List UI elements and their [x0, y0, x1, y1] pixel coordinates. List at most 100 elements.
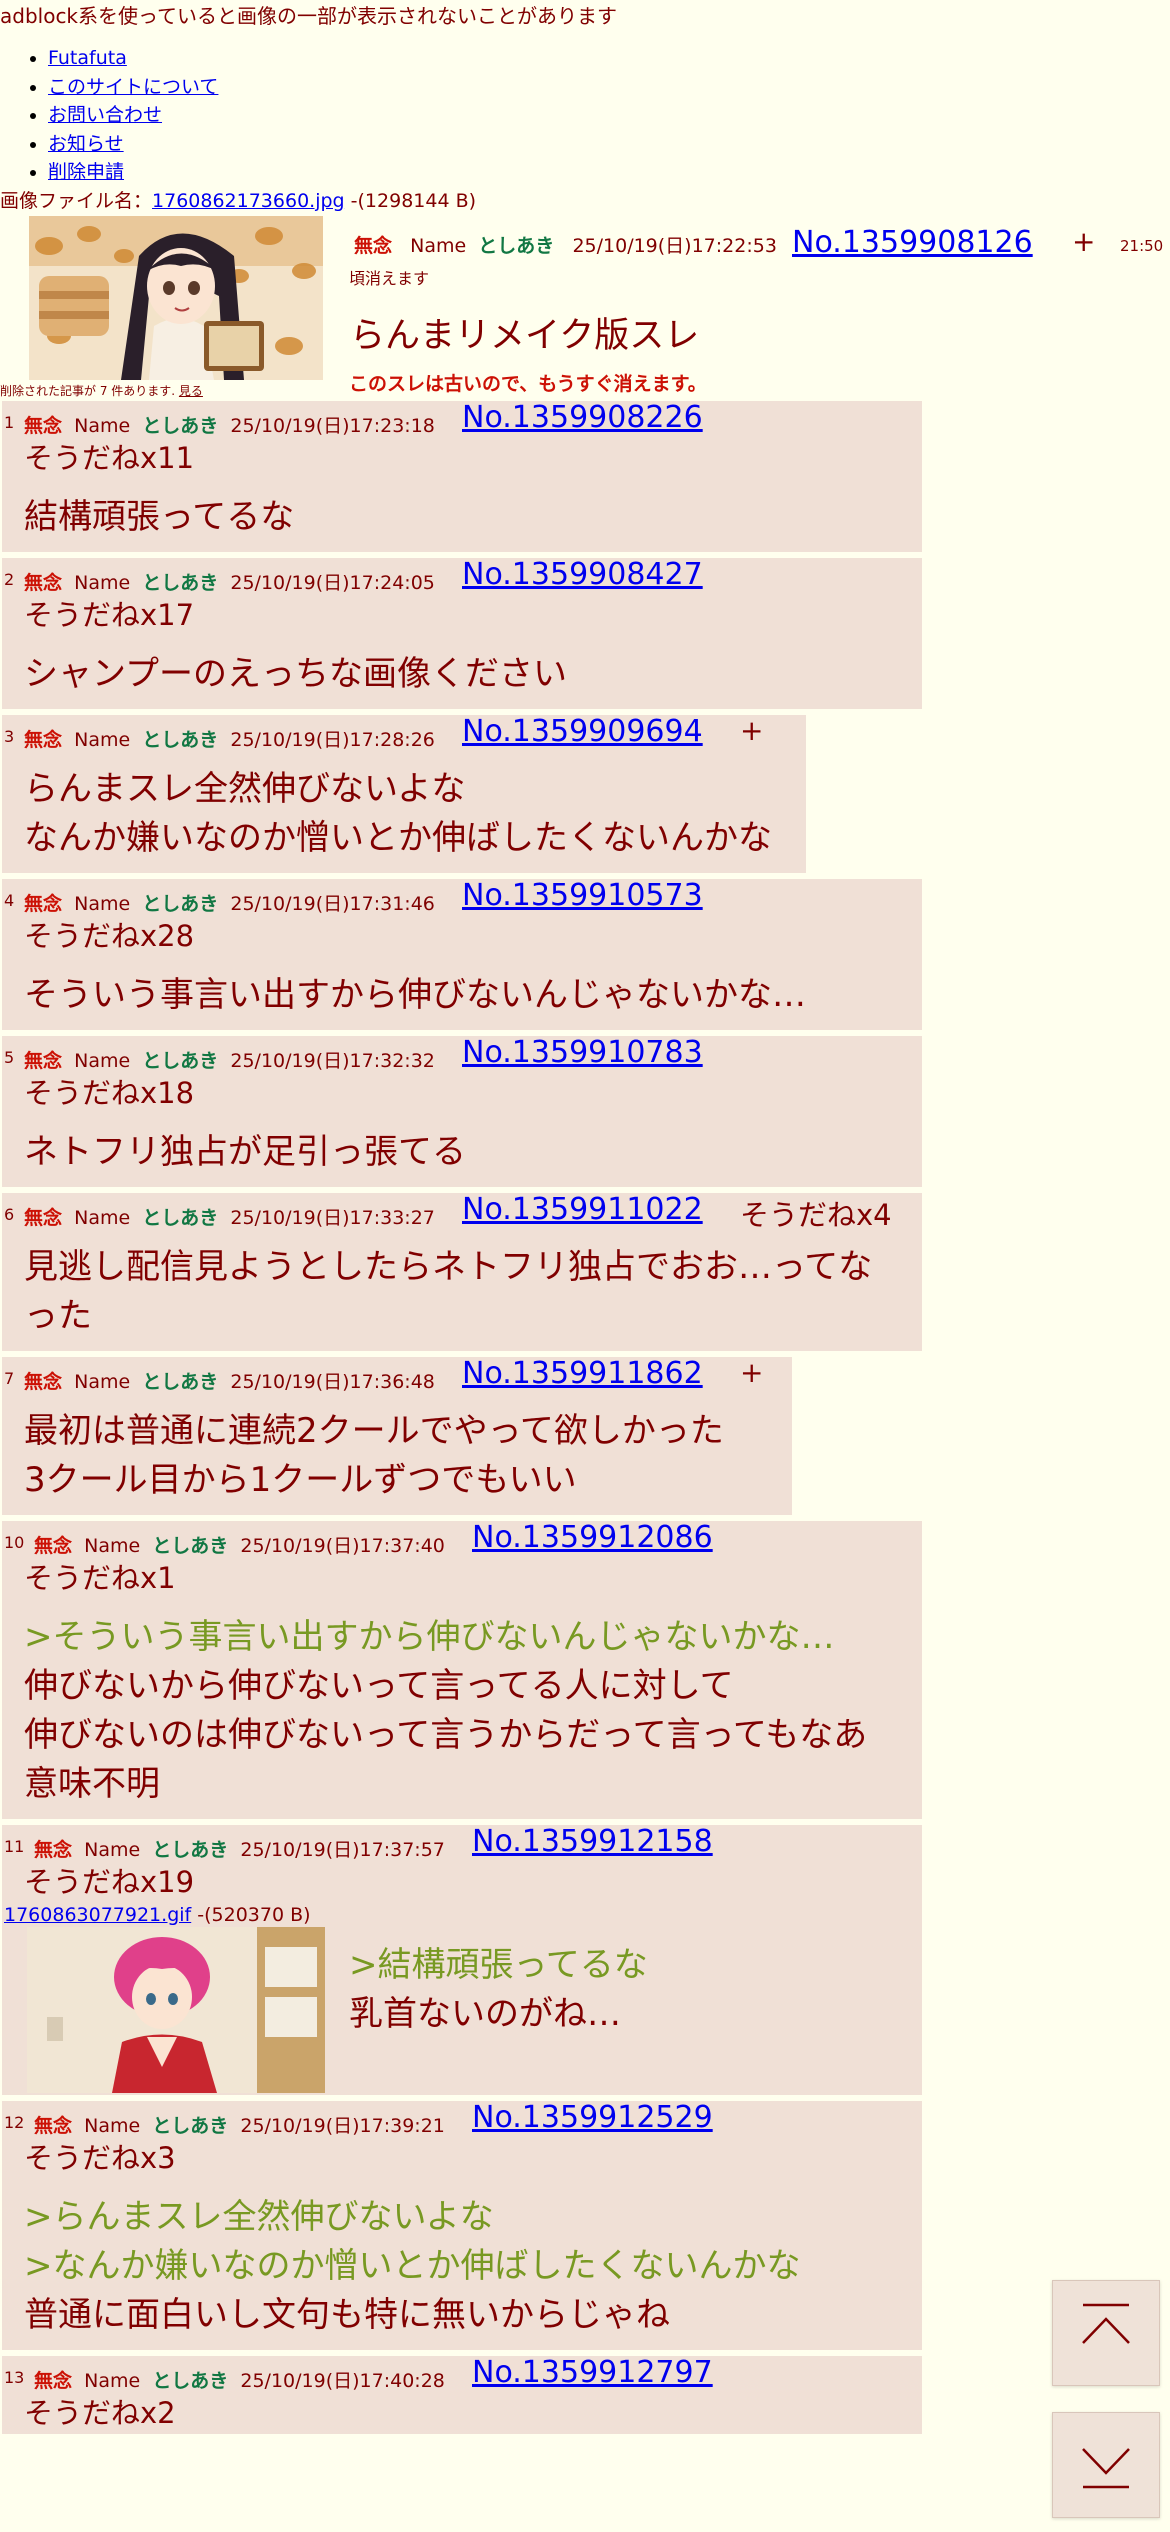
reply-file-line: 1760863077921.gif -(520370 B): [2, 1903, 922, 1927]
reply-name-label: Name: [84, 2369, 141, 2392]
reply-post-number[interactable]: No.1359912529: [472, 2100, 713, 2135]
reply-post-number[interactable]: No.1359910573: [462, 878, 703, 913]
reply-post-number[interactable]: No.1359908427: [462, 557, 703, 592]
reply-subject: 無念: [24, 892, 63, 915]
op-thumbnail[interactable]: [29, 215, 323, 380]
reply-index: 11: [4, 1836, 25, 1856]
sodane-button[interactable]: そうだねx4: [740, 1192, 892, 1234]
reply-post-number[interactable]: No.1359911862: [462, 1356, 703, 1391]
sodane-button[interactable]: そうだねx1: [2, 1557, 922, 1599]
reply-index: 4: [4, 890, 15, 910]
sodane-button[interactable]: そうだねx17: [2, 594, 922, 636]
reply-datetime: 25/10/19(日)17:40:28: [240, 2369, 445, 2392]
chevron-down-icon: [1082, 2448, 1130, 2489]
reply-datetime: 25/10/19(日)17:23:18: [230, 414, 435, 437]
nav-link-news[interactable]: お知らせ: [48, 133, 124, 155]
nav-link-futafuta[interactable]: Futafuta: [48, 47, 127, 69]
reply-post: 2 無念 Name としあき 25/10/19(日)17:24:05 No.1359…: [2, 557, 922, 709]
reply-name: としあき: [142, 414, 219, 437]
sodane-button[interactable]: そうだねx3: [2, 2137, 922, 2179]
reply-index: 2: [4, 569, 15, 589]
nav-link-deletion-request[interactable]: 削除申請: [48, 161, 124, 183]
reply-post: 4 無念 Name としあき 25/10/19(日)17:31:46 No.1359…: [2, 878, 922, 1030]
reply-header: 2 無念 Name としあき 25/10/19(日)17:24:05 No.1359…: [2, 557, 922, 595]
op-old-warning: このスレは古いので、もうすぐ消えます。: [349, 372, 707, 395]
reply-datetime: 25/10/19(日)17:37:40: [240, 1534, 445, 1557]
reply-index: 3: [4, 726, 15, 746]
reply-post: 5 無念 Name としあき 25/10/19(日)17:32:32 No.1359…: [2, 1035, 922, 1187]
op-subject: 無念: [354, 234, 393, 257]
op-file-line: 画像ファイル名：1760862173660.jpg -(1298144 B): [0, 187, 1170, 215]
reply-header: 3 無念 Name としあき 25/10/19(日)17:28:26 No.1359…: [2, 714, 806, 751]
reply-subject: 無念: [34, 1534, 73, 1557]
body-line: 意味不明: [24, 1763, 160, 1804]
reply-meta: 無念 Name としあき 25/10/19(日)17:24:05: [24, 568, 435, 595]
reply-name-label: Name: [84, 1838, 141, 1861]
body-line: 結構頑張ってるな: [24, 496, 295, 537]
scroll-top-button[interactable]: [1052, 2280, 1160, 2386]
nav-link-about[interactable]: このサイトについて: [48, 76, 218, 98]
reply-body: >らんまスレ全然伸びないよな >なんか嫌いなのか憎いとか伸ばしたくないんかな 普通に…: [2, 2179, 922, 2350]
reply-post-number[interactable]: No.1359908226: [462, 400, 703, 435]
reply-post-number[interactable]: No.1359912158: [472, 1824, 713, 1859]
body-line: 見逃し配信見ようとしたらネトフリ独占でおお…ってな: [24, 1246, 873, 1287]
sodane-button[interactable]: そうだねx19: [2, 1861, 922, 1903]
reply-post-number[interactable]: No.1359911022: [462, 1192, 703, 1227]
op-post-number[interactable]: No.1359908126: [792, 225, 1033, 260]
body-line: った: [24, 1295, 92, 1336]
reply-meta: 無念 Name としあき 25/10/19(日)17:39:21: [34, 2111, 445, 2138]
body-line: ネトフリ独占が足引っ張てる: [24, 1131, 466, 1172]
scroll-bottom-button[interactable]: [1052, 2412, 1160, 2518]
reply-thumbnail[interactable]: [27, 1926, 325, 2093]
reply-index: 13: [4, 2367, 25, 2387]
quote-line: >なんか嫌いなのか憎いとか伸ばしたくないんかな: [24, 2245, 801, 2286]
reply-post: 1 無念 Name としあき 25/10/19(日)17:23:18 No.1359…: [2, 400, 922, 552]
reply-name: としあき: [152, 2369, 229, 2392]
sodane-button[interactable]: そうだねx18: [2, 1072, 922, 1114]
nav-item: このサイトについて: [48, 73, 1170, 102]
reply-name-label: Name: [84, 1534, 141, 1557]
op-name: としあき: [478, 234, 555, 257]
op-file-link[interactable]: 1760862173660.jpg: [152, 190, 345, 212]
reply-post-number[interactable]: No.1359910783: [462, 1035, 703, 1070]
sodane-button[interactable]: そうだねx2: [2, 2392, 922, 2434]
reply-subject: 無念: [34, 2369, 73, 2392]
reply-meta: 無念 Name としあき 25/10/19(日)17:40:28: [34, 2366, 445, 2393]
nav-link-contact[interactable]: お問い合わせ: [48, 104, 162, 126]
reply-index: 12: [4, 2112, 25, 2132]
quote-line: >そういう事言い出すから伸びないんじゃないかな…: [24, 1616, 835, 1657]
nav-item: Futafuta: [48, 44, 1170, 73]
nav-item: お問い合わせ: [48, 101, 1170, 130]
reply-meta: 無念 Name としあき 25/10/19(日)17:23:18: [24, 411, 435, 438]
reply-post-number[interactable]: No.1359912797: [472, 2355, 713, 2390]
reply-header: 11 無念 Name としあき 25/10/19(日)17:37:57 No.135…: [2, 1824, 922, 1862]
site-nav: Futafuta このサイトについて お問い合わせ お知らせ 削除申請: [0, 44, 1170, 187]
reply-meta: 無念 Name としあき 25/10/19(日)17:37:57: [34, 1835, 445, 1862]
reply-post: 12 無念 Name としあき 25/10/19(日)17:39:21 No.135…: [2, 2100, 922, 2350]
reply-subject: 無念: [24, 414, 63, 437]
sodane-button[interactable]: そうだねx11: [2, 437, 922, 479]
reply-datetime: 25/10/19(日)17:37:57: [240, 1838, 445, 1861]
quote-line: >らんまスレ全然伸びないよな: [24, 2196, 494, 2237]
reply-post: 11 無念 Name としあき 25/10/19(日)17:37:57 No.135…: [2, 1824, 922, 2095]
reply-name-label: Name: [74, 728, 131, 751]
sodane-button[interactable]: そうだねx28: [2, 915, 922, 957]
op-plus-button[interactable]: +: [1072, 225, 1095, 258]
reply-meta: 無念 Name としあき 25/10/19(日)17:36:48: [24, 1367, 435, 1394]
reply-index: 5: [4, 1047, 15, 1067]
reply-file-link[interactable]: 1760863077921.gif: [4, 1904, 191, 1926]
reply-body: ネトフリ独占が足引っ張てる: [2, 1114, 922, 1187]
reply-plus-button[interactable]: +: [740, 1356, 763, 1389]
reply-body: らんまスレ全然伸びないよな なんか嫌いなのか憎いとか伸ばしたくないんかな: [2, 751, 806, 873]
body-line: 普通に面白いし文句も特に無いからじゃね: [24, 2294, 670, 2335]
reply-datetime: 25/10/19(日)17:36:48: [230, 1370, 435, 1393]
reply-body: >結構頑張ってるな 乳首ないのがね…: [325, 1927, 648, 2093]
reply-post-number[interactable]: No.1359909694: [462, 714, 703, 749]
reply-post-number[interactable]: No.1359912086: [472, 1520, 713, 1555]
op-file-size: -(1298144 B): [350, 189, 477, 212]
deleted-view-link[interactable]: 見る: [179, 384, 203, 398]
reply-plus-button[interactable]: +: [740, 714, 763, 747]
reply-name-label: Name: [74, 414, 131, 437]
reply-header: 12 無念 Name としあき 25/10/19(日)17:39:21 No.135…: [2, 2100, 922, 2138]
reply-index: 10: [4, 1532, 25, 1552]
